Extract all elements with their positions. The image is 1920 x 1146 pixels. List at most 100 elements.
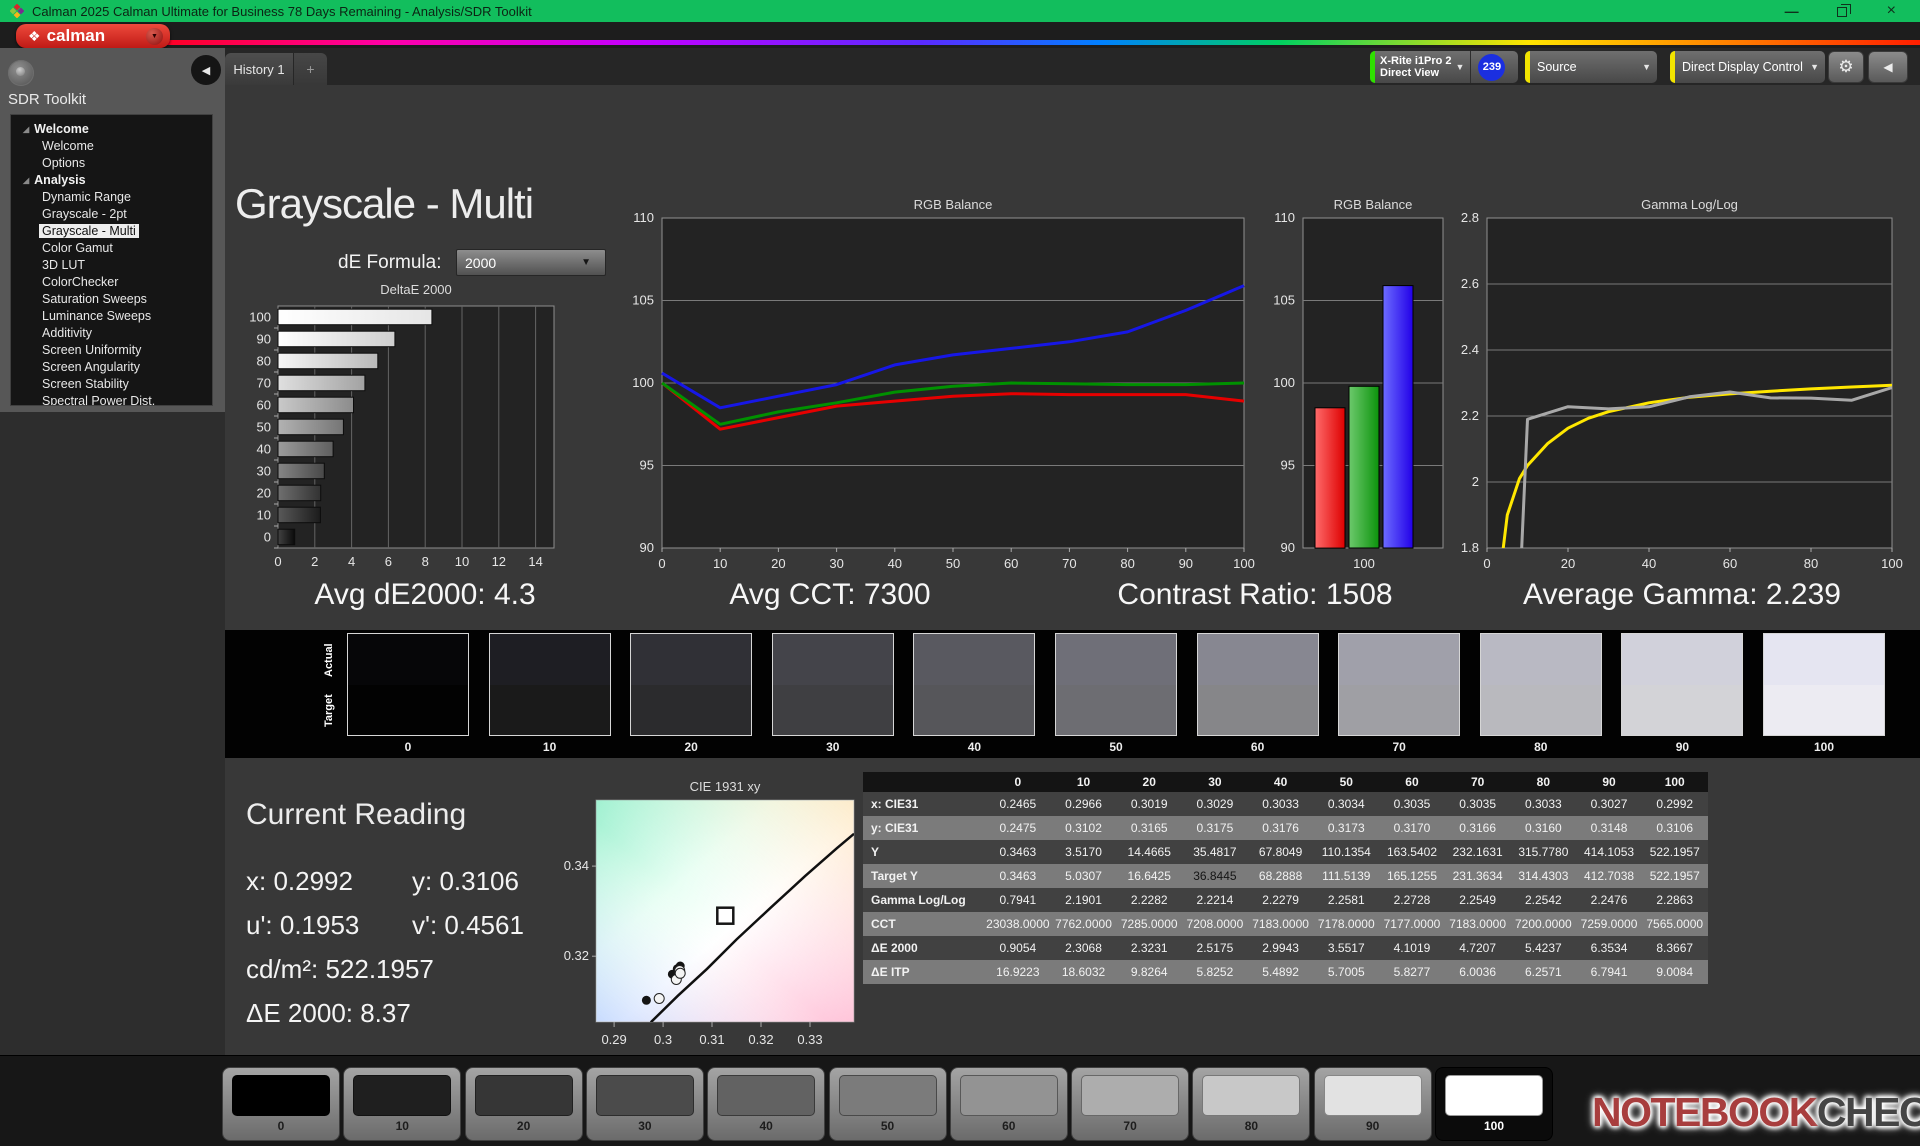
pattern-level-label: 10 xyxy=(344,1119,460,1133)
reading-luminance: cd/m²: 522.1957 xyxy=(246,954,434,985)
brand-dropdown-icon[interactable]: ▼ xyxy=(146,28,163,45)
svg-text:90: 90 xyxy=(257,332,271,347)
pattern-swatch xyxy=(839,1075,937,1116)
sidebar-item-additivity[interactable]: Additivity xyxy=(11,325,212,342)
pattern-button-70[interactable]: 70 xyxy=(1071,1067,1189,1141)
table-cell: 0.3102 xyxy=(1051,816,1117,840)
tab-history-1[interactable]: History 1 xyxy=(225,53,293,85)
table-cell: 2.2214 xyxy=(1182,888,1248,912)
table-cell: 0.3033 xyxy=(1511,792,1577,816)
svg-text:6: 6 xyxy=(385,554,392,569)
close-button[interactable]: × xyxy=(1887,2,1896,20)
expander-icon[interactable]: ◢ xyxy=(23,176,29,185)
sidebar-item-welcome[interactable]: Welcome xyxy=(11,138,212,155)
chevron-down-icon: ▼ xyxy=(1456,62,1465,72)
sidebar-item-3d-lut[interactable]: 3D LUT xyxy=(11,257,212,274)
table-cell: 0.3165 xyxy=(1116,816,1182,840)
table-cell: 5.4892 xyxy=(1248,960,1314,984)
table-cell: 7565.0000 xyxy=(1642,912,1708,936)
svg-text:0: 0 xyxy=(274,554,281,569)
sidebar-item-color-gamut[interactable]: Color Gamut xyxy=(11,240,212,257)
sidebar-item-saturation-sweeps[interactable]: Saturation Sweeps xyxy=(11,291,212,308)
table-cell: 4.7207 xyxy=(1445,936,1511,960)
deltae-bar-60 xyxy=(278,397,354,413)
pattern-button-0[interactable]: 0 xyxy=(222,1067,340,1141)
sidebar: ◀ SDR Toolkit ◢WelcomeWelcomeOptions◢Ana… xyxy=(0,48,225,1055)
svg-text:60: 60 xyxy=(1723,556,1737,571)
settings-button[interactable]: ⚙ xyxy=(1828,51,1864,83)
svg-text:60: 60 xyxy=(257,398,271,413)
pattern-button-60[interactable]: 60 xyxy=(950,1067,1068,1141)
meter-dropdown[interactable]: X-Rite i1Pro 2 Direct View ▼ 239 xyxy=(1370,51,1518,83)
table-cell: 0.3176 xyxy=(1248,816,1314,840)
table-cell: 0.9054 xyxy=(985,936,1051,960)
sidebar-item-screen-uniformity[interactable]: Screen Uniformity xyxy=(11,342,212,359)
swatch-level-label: 10 xyxy=(489,740,611,754)
gray-swatch-70 xyxy=(1338,633,1460,736)
svg-text:0: 0 xyxy=(658,556,665,571)
pattern-button-40[interactable]: 40 xyxy=(707,1067,825,1141)
table-row-e-itp: ΔE ITP16.922318.60329.82645.82525.48925.… xyxy=(863,960,1708,984)
sidebar-item-screen-stability[interactable]: Screen Stability xyxy=(11,376,212,393)
chevron-down-icon: ▼ xyxy=(1642,62,1651,72)
sidebar-item-colorchecker[interactable]: ColorChecker xyxy=(11,274,212,291)
sidebar-item-grayscale-2pt[interactable]: Grayscale - 2pt xyxy=(11,206,212,223)
display-control-dropdown[interactable]: Direct Display Control ▼ xyxy=(1670,51,1825,83)
calman-menu-button[interactable]: ❖ calman ▼ xyxy=(16,24,170,48)
actual-swatch xyxy=(348,634,468,685)
svg-text:Gamma Log/Log: Gamma Log/Log xyxy=(1641,197,1738,212)
table-cell: 0.3027 xyxy=(1576,792,1642,816)
pattern-button-100[interactable]: 100 xyxy=(1435,1067,1553,1141)
pattern-swatch xyxy=(717,1075,815,1116)
table-cell: 315.7780 xyxy=(1511,840,1577,864)
grayscale-comparison-strip: Actual Target 0102030405060708090100 xyxy=(225,630,1920,758)
sidebar-item-dynamic-range[interactable]: Dynamic Range xyxy=(11,189,212,206)
svg-text:60: 60 xyxy=(1004,556,1018,571)
svg-text:100: 100 xyxy=(1233,556,1255,571)
tree-group-welcome[interactable]: ◢Welcome xyxy=(11,121,212,138)
svg-text:80: 80 xyxy=(257,354,271,369)
table-cell: 35.4817 xyxy=(1182,840,1248,864)
svg-text:RGB Balance: RGB Balance xyxy=(914,197,993,212)
actual-swatch xyxy=(1198,634,1318,685)
source-dropdown[interactable]: Source ▼ xyxy=(1525,51,1657,83)
target-swatch xyxy=(773,685,893,736)
swatch-level-label: 20 xyxy=(630,740,752,754)
pattern-swatch xyxy=(960,1075,1058,1116)
pattern-button-90[interactable]: 90 xyxy=(1314,1067,1432,1141)
calman-logo-icon: ❖ xyxy=(28,29,41,43)
collapse-panel-button[interactable]: ◀ xyxy=(1868,51,1908,83)
table-cell: 7183.0000 xyxy=(1248,912,1314,936)
minimize-button[interactable]: — xyxy=(1785,3,1797,19)
table-cell: 68.2888 xyxy=(1248,864,1314,888)
table-cell: 0.3106 xyxy=(1642,816,1708,840)
workflow-dot-button[interactable] xyxy=(8,60,34,86)
tree-group-analysis[interactable]: ◢Analysis xyxy=(11,172,212,189)
pattern-button-10[interactable]: 10 xyxy=(343,1067,461,1141)
table-cell: 0.3463 xyxy=(985,864,1051,888)
svg-text:20: 20 xyxy=(257,486,271,501)
svg-text:30: 30 xyxy=(257,464,271,479)
expander-icon[interactable]: ◢ xyxy=(23,125,29,134)
pattern-button-80[interactable]: 80 xyxy=(1192,1067,1310,1141)
chart-gamma-loglog: Gamma Log/Log2.82.62.42.221.802040608010… xyxy=(1435,195,1920,580)
svg-text:70: 70 xyxy=(1062,556,1076,571)
sidebar-item-luminance-sweeps[interactable]: Luminance Sweeps xyxy=(11,308,212,325)
sidebar-item-screen-angularity[interactable]: Screen Angularity xyxy=(11,359,212,376)
sidebar-item-spectral-power-dist[interactable]: Spectral Power Dist. xyxy=(11,393,212,406)
pattern-button-30[interactable]: 30 xyxy=(586,1067,704,1141)
sidebar-item-options[interactable]: Options xyxy=(11,155,212,172)
pattern-button-20[interactable]: 20 xyxy=(465,1067,583,1141)
table-row-label: Target Y xyxy=(863,864,985,888)
table-cell: 3.5517 xyxy=(1313,936,1379,960)
deltae-bar-10 xyxy=(278,507,320,523)
table-cell: 414.1053 xyxy=(1576,840,1642,864)
de-formula-select[interactable]: 2000 ▼ xyxy=(456,249,606,276)
restore-button[interactable] xyxy=(1837,7,1847,17)
sidebar-item-grayscale-multi[interactable]: Grayscale - Multi xyxy=(11,223,212,240)
pattern-button-50[interactable]: 50 xyxy=(829,1067,947,1141)
target-swatch xyxy=(1056,685,1176,736)
sidebar-collapse-button[interactable]: ◀ xyxy=(191,55,221,85)
gray-swatch-90 xyxy=(1621,633,1743,736)
add-tab-button[interactable]: + xyxy=(294,53,327,85)
